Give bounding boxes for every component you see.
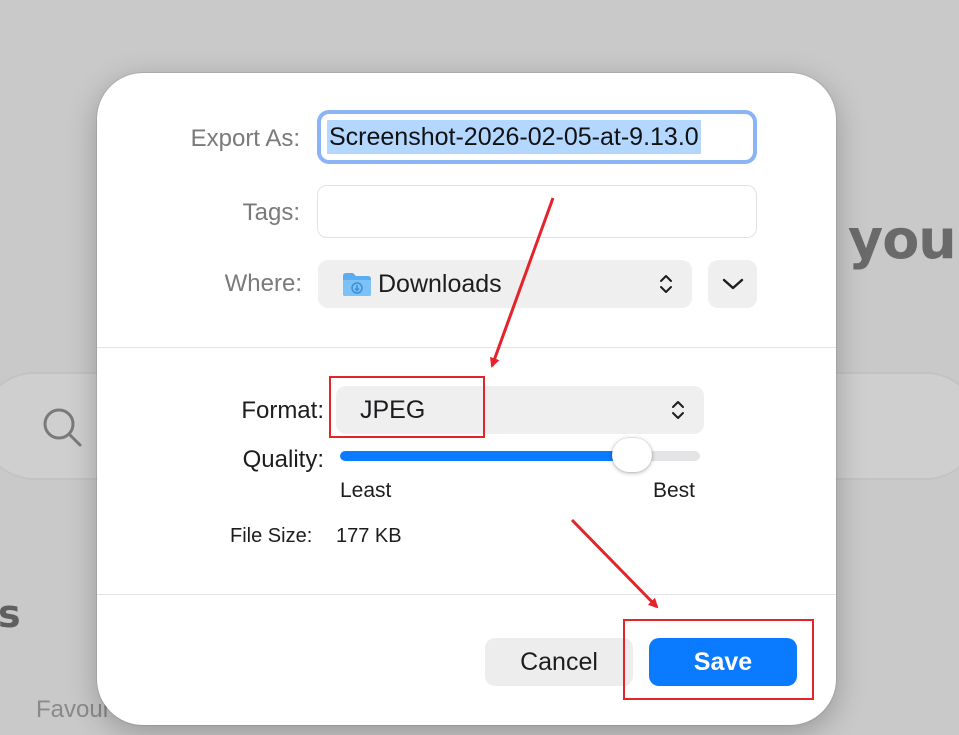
where-label: Where:: [224, 270, 302, 297]
quality-label: Quality:: [242, 446, 324, 473]
tags-field[interactable]: [317, 185, 757, 238]
quality-slider-thumb[interactable]: [611, 438, 652, 472]
divider: [97, 347, 836, 348]
background-sidebar-label: Favour: [36, 696, 111, 723]
downloads-folder-icon: [343, 273, 371, 296]
export-as-field[interactable]: Screenshot-2026-02-05-at-9.13.0: [317, 110, 757, 164]
file-size-value: 177 KB: [336, 525, 402, 547]
up-down-chevron-icon: [672, 401, 684, 419]
where-value: Downloads: [378, 269, 502, 298]
format-highlight-box: [329, 376, 485, 438]
quality-max-label: Best: [653, 479, 696, 502]
quality-slider-fill: [340, 451, 632, 461]
where-popup-button[interactable]: Downloads: [318, 260, 692, 308]
export-as-value: Screenshot-2026-02-05-at-9.13.0: [327, 120, 701, 154]
up-down-chevron-icon: [660, 275, 672, 293]
quality-min-label: Least: [340, 479, 392, 502]
divider: [97, 594, 836, 595]
background-section-title: s: [0, 592, 21, 636]
tags-label: Tags:: [242, 199, 300, 226]
save-highlight-box: [623, 619, 814, 700]
cancel-button[interactable]: Cancel: [485, 638, 633, 686]
export-as-label: Export As:: [190, 125, 300, 152]
expand-browser-button[interactable]: [708, 260, 757, 308]
chevron-down-icon: [722, 278, 743, 290]
search-icon: [43, 408, 82, 447]
file-size-label: File Size:: [230, 525, 313, 547]
format-label: Format:: [241, 397, 324, 424]
background-heading: you: [848, 208, 957, 271]
